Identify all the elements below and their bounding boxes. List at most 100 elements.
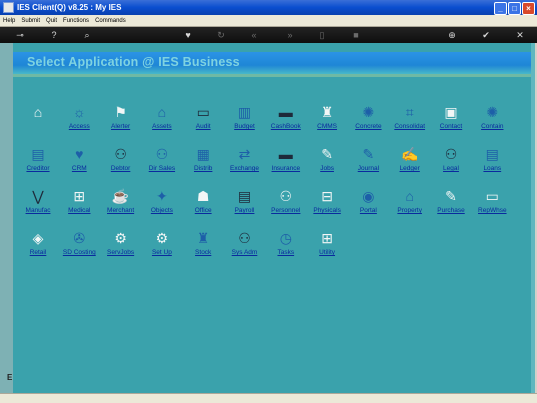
loans-icon: ▤ bbox=[485, 146, 499, 162]
app-consolidat[interactable]: ⌗ Consolidat bbox=[389, 103, 431, 141]
app-label: Personnel bbox=[271, 207, 301, 214]
app-label: Journal bbox=[357, 165, 380, 172]
help-icon[interactable]: ? bbox=[49, 30, 59, 40]
sidebar-mark: E bbox=[7, 373, 13, 382]
app-debtor[interactable]: ⚇ Debtor bbox=[100, 145, 142, 183]
app-exchange[interactable]: ⇄ Exchange bbox=[224, 145, 266, 183]
app-set-up[interactable]: ⚙ Set Up bbox=[141, 229, 183, 267]
app-crm[interactable]: ♥ CRM bbox=[58, 145, 100, 183]
merchant-icon: ☕ bbox=[111, 188, 130, 204]
app-legal[interactable]: ⚇ Legal bbox=[430, 145, 472, 183]
app-repwhse[interactable]: ▭ RepWhse bbox=[471, 187, 513, 225]
app-label: Contain bbox=[481, 123, 504, 130]
stop-icon[interactable]: ■ bbox=[351, 30, 361, 40]
budget-icon: ▥ bbox=[237, 104, 252, 120]
retail-icon: ◈ bbox=[32, 230, 44, 246]
app-sd-costing[interactable]: ✇ SD Costing bbox=[58, 229, 100, 267]
audit-icon: ▭ bbox=[196, 104, 210, 120]
refresh-icon[interactable]: ↻ bbox=[216, 30, 226, 40]
app-label: ServJobs bbox=[107, 249, 135, 256]
favorite-icon[interactable]: ♥ bbox=[183, 30, 193, 40]
app-home[interactable]: ⌂ bbox=[17, 103, 59, 141]
app-label: CRM bbox=[71, 165, 87, 172]
app-audit[interactable]: ▭ Audit bbox=[182, 103, 224, 141]
menu-functions[interactable]: Functions bbox=[60, 18, 92, 24]
app-label: Purchase bbox=[437, 207, 465, 214]
close-icon[interactable]: ✕ bbox=[515, 30, 525, 40]
app-stock[interactable]: ♜ Stock bbox=[182, 229, 224, 267]
app-label: Merchant bbox=[107, 207, 135, 214]
set-up-icon: ⚙ bbox=[155, 230, 169, 246]
app-label: Consolidat bbox=[394, 123, 426, 130]
app-objects[interactable]: ✦ Objects bbox=[141, 187, 183, 225]
window-titlebar: IES Client(Q) v8.25 : My IES _ □ × bbox=[0, 0, 537, 15]
app-tasks[interactable]: ◷ Tasks bbox=[265, 229, 307, 267]
app-creditor[interactable]: ▤ Creditor bbox=[17, 145, 59, 183]
maximize-icon[interactable]: □ bbox=[508, 2, 521, 15]
app-assets[interactable]: ⌂ Assets bbox=[141, 103, 183, 141]
app-distrib[interactable]: ▦ Distrib bbox=[182, 145, 224, 183]
forward-icon[interactable]: » bbox=[285, 30, 295, 40]
menu-commands[interactable]: Commands bbox=[92, 18, 129, 24]
app-insurance[interactable]: ▬ Insurance bbox=[265, 145, 307, 183]
app-retail[interactable]: ◈ Retail bbox=[17, 229, 59, 267]
app-personnel[interactable]: ⚇ Personnel bbox=[265, 187, 307, 225]
menu-help[interactable]: Help bbox=[0, 18, 18, 24]
app-journal[interactable]: ✎ Journal bbox=[347, 145, 389, 183]
toolbar: ⊸ ? ⌕ ♥ ↻ « » ▯ ■ ⊕ ✔ ✕ bbox=[0, 27, 537, 43]
legal-icon: ⚇ bbox=[444, 146, 458, 162]
ok-icon[interactable]: ✔ bbox=[481, 30, 491, 40]
app-dir-sales[interactable]: ⚇ Dir Sales bbox=[141, 145, 183, 183]
app-merchant[interactable]: ☕ Merchant bbox=[100, 187, 142, 225]
app-label: Portal bbox=[359, 207, 377, 214]
app-sys-adm[interactable]: ⚇ Sys Adm bbox=[224, 229, 266, 267]
app-budget[interactable]: ▥ Budget bbox=[224, 103, 266, 141]
app-loans[interactable]: ▤ Loans bbox=[471, 145, 513, 183]
app-label: Medical bbox=[68, 207, 91, 214]
close-window-icon[interactable]: × bbox=[522, 2, 535, 15]
app-portal[interactable]: ◉ Portal bbox=[347, 187, 389, 225]
app-manufac[interactable]: ⋁ Manufac bbox=[17, 187, 59, 225]
office-icon: ☗ bbox=[196, 188, 210, 204]
app-purchase[interactable]: ✎ Purchase bbox=[430, 187, 472, 225]
app-utility[interactable]: ⊞ Utility bbox=[306, 229, 348, 267]
key-icon[interactable]: ⊸ bbox=[12, 30, 28, 40]
app-property[interactable]: ⌂ Property bbox=[389, 187, 431, 225]
concrete-icon: ✺ bbox=[362, 104, 375, 120]
app-contact[interactable]: ▣ Contact bbox=[430, 103, 472, 141]
portal-icon: ◉ bbox=[362, 188, 375, 204]
app-label: Budget bbox=[234, 123, 255, 130]
app-servjobs[interactable]: ⚙ ServJobs bbox=[100, 229, 142, 267]
contain-icon: ✺ bbox=[486, 104, 499, 120]
add-icon[interactable]: ⊕ bbox=[447, 30, 457, 40]
objects-icon: ✦ bbox=[156, 188, 168, 204]
banner-divider bbox=[13, 74, 531, 77]
rewind-icon[interactable]: « bbox=[249, 30, 259, 40]
app-cmms[interactable]: ♜ CMMS bbox=[306, 103, 348, 141]
app-contain[interactable]: ✺ Contain bbox=[471, 103, 513, 141]
app-ledger[interactable]: ✍ Ledger bbox=[389, 145, 431, 183]
app-label: Concrete bbox=[355, 123, 382, 130]
application-panel: Select Application @ IES Business ⌂ ☼ Acce… bbox=[13, 43, 535, 393]
servjobs-icon: ⚙ bbox=[114, 230, 127, 246]
minimize-icon[interactable]: _ bbox=[494, 2, 507, 15]
app-physicals[interactable]: ⊟ Physicals bbox=[306, 187, 348, 225]
clipboard-icon[interactable]: ▯ bbox=[317, 30, 327, 40]
search-icon[interactable]: ⌕ bbox=[82, 30, 92, 40]
app-medical[interactable]: ⊞ Medical bbox=[58, 187, 100, 225]
cmms-icon: ♜ bbox=[320, 104, 334, 120]
app-payroll[interactable]: ▤ Payroll bbox=[224, 187, 266, 225]
app-jobs[interactable]: ✎ Jobs bbox=[306, 145, 348, 183]
app-label: Alerter bbox=[111, 123, 131, 130]
menu-submit[interactable]: Submit bbox=[18, 18, 43, 24]
menu-quit[interactable]: Quit bbox=[43, 18, 60, 24]
physicals-icon: ⊟ bbox=[321, 188, 333, 204]
sd-costing-icon: ✇ bbox=[73, 230, 86, 246]
app-office[interactable]: ☗ Office bbox=[182, 187, 224, 225]
app-concrete[interactable]: ✺ Concrete bbox=[347, 103, 389, 141]
app-label: Assets bbox=[152, 123, 172, 130]
contact-icon: ▣ bbox=[444, 104, 458, 120]
app-cashbook[interactable]: ▬ CashBook bbox=[265, 103, 307, 141]
app-access[interactable]: ☼ Access bbox=[58, 103, 100, 141]
app-alerter[interactable]: ⚑ Alerter bbox=[100, 103, 142, 141]
